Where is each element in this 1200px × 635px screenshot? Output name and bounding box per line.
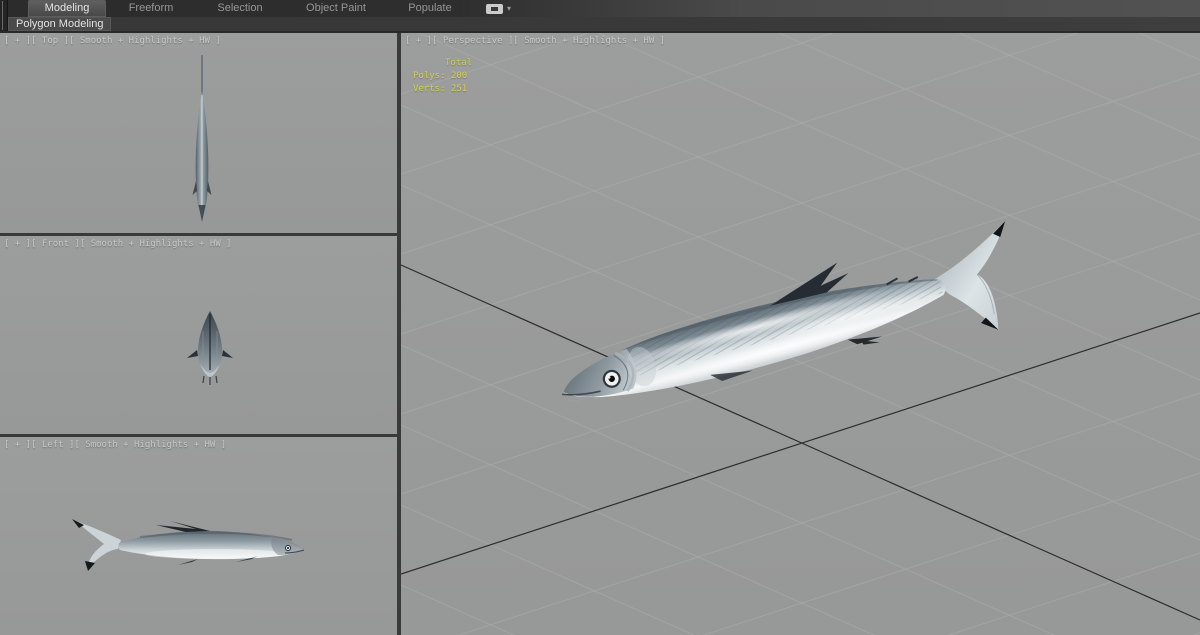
tab-modeling[interactable]: Modeling [28, 0, 106, 17]
max-3d-workspace: { "ribbon": { "tabs": [ {"label": "Model… [0, 0, 1200, 635]
viewport-top[interactable]: [ + ][ Top ][ Smooth + Highlights + HW ] [0, 33, 397, 233]
tab-selection[interactable]: Selection [196, 0, 284, 17]
viewport-left[interactable]: [ + ][ Left ][ Smooth + Highlights + HW … [0, 437, 397, 635]
tab-freeform[interactable]: Freeform [106, 0, 196, 17]
viewport-left-label[interactable]: [ + ][ Left ][ Smooth + Highlights + HW … [4, 440, 226, 450]
ribbon-display-toggle[interactable]: ▾ [486, 0, 511, 17]
ribbon-tab-bar: Modeling Freeform Selection Object Paint… [0, 0, 1200, 17]
viewport-perspective[interactable]: [ + ][ Perspective ][ Smooth + Highlight… [401, 33, 1200, 635]
stats-polys: Polys: 200 [413, 71, 468, 81]
subtab-polygon-modeling[interactable]: Polygon Modeling [8, 17, 112, 31]
fish-model-perspective[interactable] [548, 217, 1033, 444]
viewport-statistics: Total Polys: 200 Verts: 251 [413, 57, 472, 96]
ribbon-subtab-bar: Polygon Modeling [0, 17, 1200, 31]
chevron-down-icon: ▾ [507, 4, 512, 13]
tab-populate[interactable]: Populate [388, 0, 472, 17]
perspective-scene [401, 33, 1200, 635]
viewport-top-label[interactable]: [ + ][ Top ][ Smooth + Highlights + HW ] [4, 36, 221, 46]
fish-model-top-view [192, 55, 212, 222]
stats-verts: Verts: 251 [413, 84, 468, 94]
tab-object-paint[interactable]: Object Paint [284, 0, 388, 17]
ribbon-left-handle[interactable] [0, 0, 8, 31]
fish-model-front-view [187, 311, 233, 385]
viewport-front-label[interactable]: [ + ][ Front ][ Smooth + Highlights + HW… [4, 239, 232, 249]
fish-model-left-view [72, 519, 305, 571]
ribbon-toggle-icon [486, 3, 503, 14]
stats-total-header: Total [445, 58, 473, 68]
viewport-perspective-label[interactable]: [ + ][ Perspective ][ Smooth + Highlight… [405, 36, 665, 46]
viewport-front[interactable]: [ + ][ Front ][ Smooth + Highlights + HW… [0, 236, 397, 434]
